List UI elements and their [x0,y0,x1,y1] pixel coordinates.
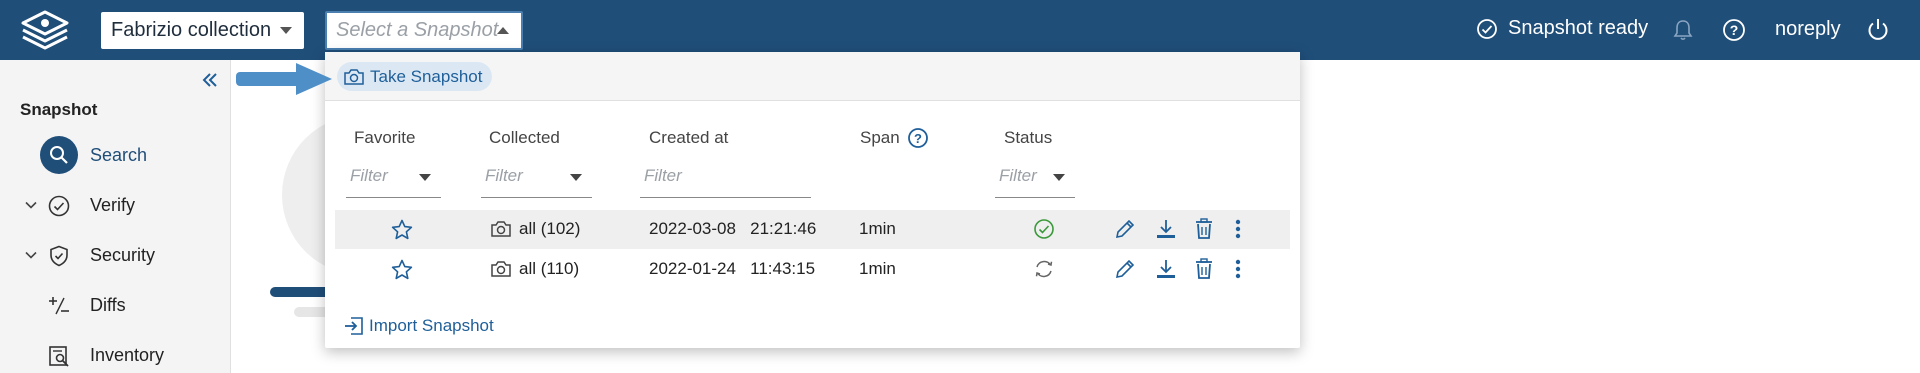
chevron-down-icon[interactable] [24,198,38,212]
download-icon[interactable] [1155,218,1177,240]
column-header-favorite: Favorite [354,128,416,147]
sidebar-item-label: Verify [90,194,136,215]
pointer-arrow [236,63,332,95]
import-icon [345,317,363,335]
more-vertical-icon[interactable] [1232,218,1244,240]
camera-icon [491,221,511,237]
ready-check-icon [1034,219,1054,239]
check-circle-icon [46,193,72,219]
star-icon[interactable] [390,218,414,242]
collected-value: all (102) [519,219,581,238]
column-header-collected: Collected [489,128,560,147]
check-circle-icon [1477,18,1497,39]
filter-placeholder: Filter [350,166,388,185]
sidebar-item-label: Search [90,144,148,165]
sidebar: Snapshot Search Verify Security Diffs In… [0,60,231,373]
camera-icon [344,68,364,85]
help-icon[interactable]: ? [907,127,929,149]
diff-icon [46,293,72,319]
sidebar-item-label: Inventory [90,344,165,365]
table-row[interactable]: all (110) 2022-01-24 11:43:15 1min [335,250,1290,289]
search-icon [40,136,78,174]
sidebar-section-title: Snapshot [20,100,98,119]
delete-icon[interactable] [1194,258,1214,280]
sidebar-item-inventory[interactable]: Inventory [0,335,231,373]
status-filter[interactable]: Filter [995,166,1075,198]
svg-text:?: ? [1730,22,1739,38]
chevron-down-icon [1053,174,1065,181]
sidebar-item-diffs[interactable]: Diffs [0,285,231,325]
filter-placeholder: Filter [999,166,1037,185]
favorite-filter[interactable]: Filter [346,166,441,198]
snapshot-dropdown-panel: Take Snapshot Favorite Collected Created… [325,52,1300,348]
chevron-down-icon [570,174,582,181]
snapshot-select[interactable]: Select a Snapshot [325,11,523,50]
top-bar: Fabrizio collection Select a Snapshot Sn… [0,0,1920,60]
span-value: 1min [859,259,896,278]
power-icon[interactable] [1866,17,1890,43]
table-row[interactable]: all (102) 2022-03-08 21:21:46 1min [335,210,1290,249]
column-header-status: Status [1004,128,1053,147]
user-name[interactable]: noreply [1775,18,1841,41]
import-snapshot-button[interactable]: Import Snapshot [343,315,494,337]
more-vertical-icon[interactable] [1232,258,1244,280]
collected-filter[interactable]: Filter [481,166,592,198]
help-icon[interactable]: ? [1722,18,1746,42]
column-header-created-at: Created at [649,128,729,147]
column-header-span: Span [860,128,900,147]
import-snapshot-label: Import Snapshot [369,316,494,335]
take-snapshot-label: Take Snapshot [370,66,483,86]
sidebar-item-security[interactable]: Security [0,235,231,275]
created-at-filter[interactable]: Filter [640,166,811,198]
filter-placeholder: Filter [485,166,523,185]
collected-value: all (110) [519,259,580,278]
app-logo[interactable] [18,9,72,51]
camera-icon [491,261,511,277]
panel-header: Take Snapshot [325,52,1300,101]
svg-text:?: ? [914,131,922,146]
edit-icon[interactable] [1114,218,1136,240]
snapshot-status: Snapshot ready [1476,17,1648,40]
star-icon[interactable] [390,258,414,282]
refresh-icon [1035,260,1053,278]
bell-icon[interactable] [1672,18,1694,42]
snapshot-status-text: Snapshot ready [1508,17,1649,39]
collection-select-value: Fabrizio collection [111,19,272,41]
span-value: 1min [859,219,896,238]
shield-check-icon [46,243,72,269]
snapshot-select-placeholder: Select a Snapshot [336,19,499,41]
collapse-sidebar-icon[interactable] [200,70,220,90]
inventory-icon [46,343,72,369]
chevron-up-icon [497,27,509,34]
collection-select[interactable]: Fabrizio collection [101,12,304,49]
edit-icon[interactable] [1114,258,1136,280]
filter-placeholder: Filter [644,166,682,185]
delete-icon[interactable] [1194,218,1214,240]
created-at-value: 2022-01-24 11:43:15 [649,259,816,278]
sidebar-item-label: Diffs [90,294,126,315]
chevron-down-icon [419,174,431,181]
created-at-value: 2022-03-08 21:21:46 [649,219,817,238]
chevron-down-icon[interactable] [24,248,38,262]
take-snapshot-button[interactable]: Take Snapshot [337,62,493,91]
sidebar-item-label: Security [90,244,156,265]
chevron-down-icon [280,27,292,34]
download-icon[interactable] [1155,258,1177,280]
sidebar-item-verify[interactable]: Verify [0,185,231,225]
sidebar-item-search[interactable]: Search [0,135,231,175]
